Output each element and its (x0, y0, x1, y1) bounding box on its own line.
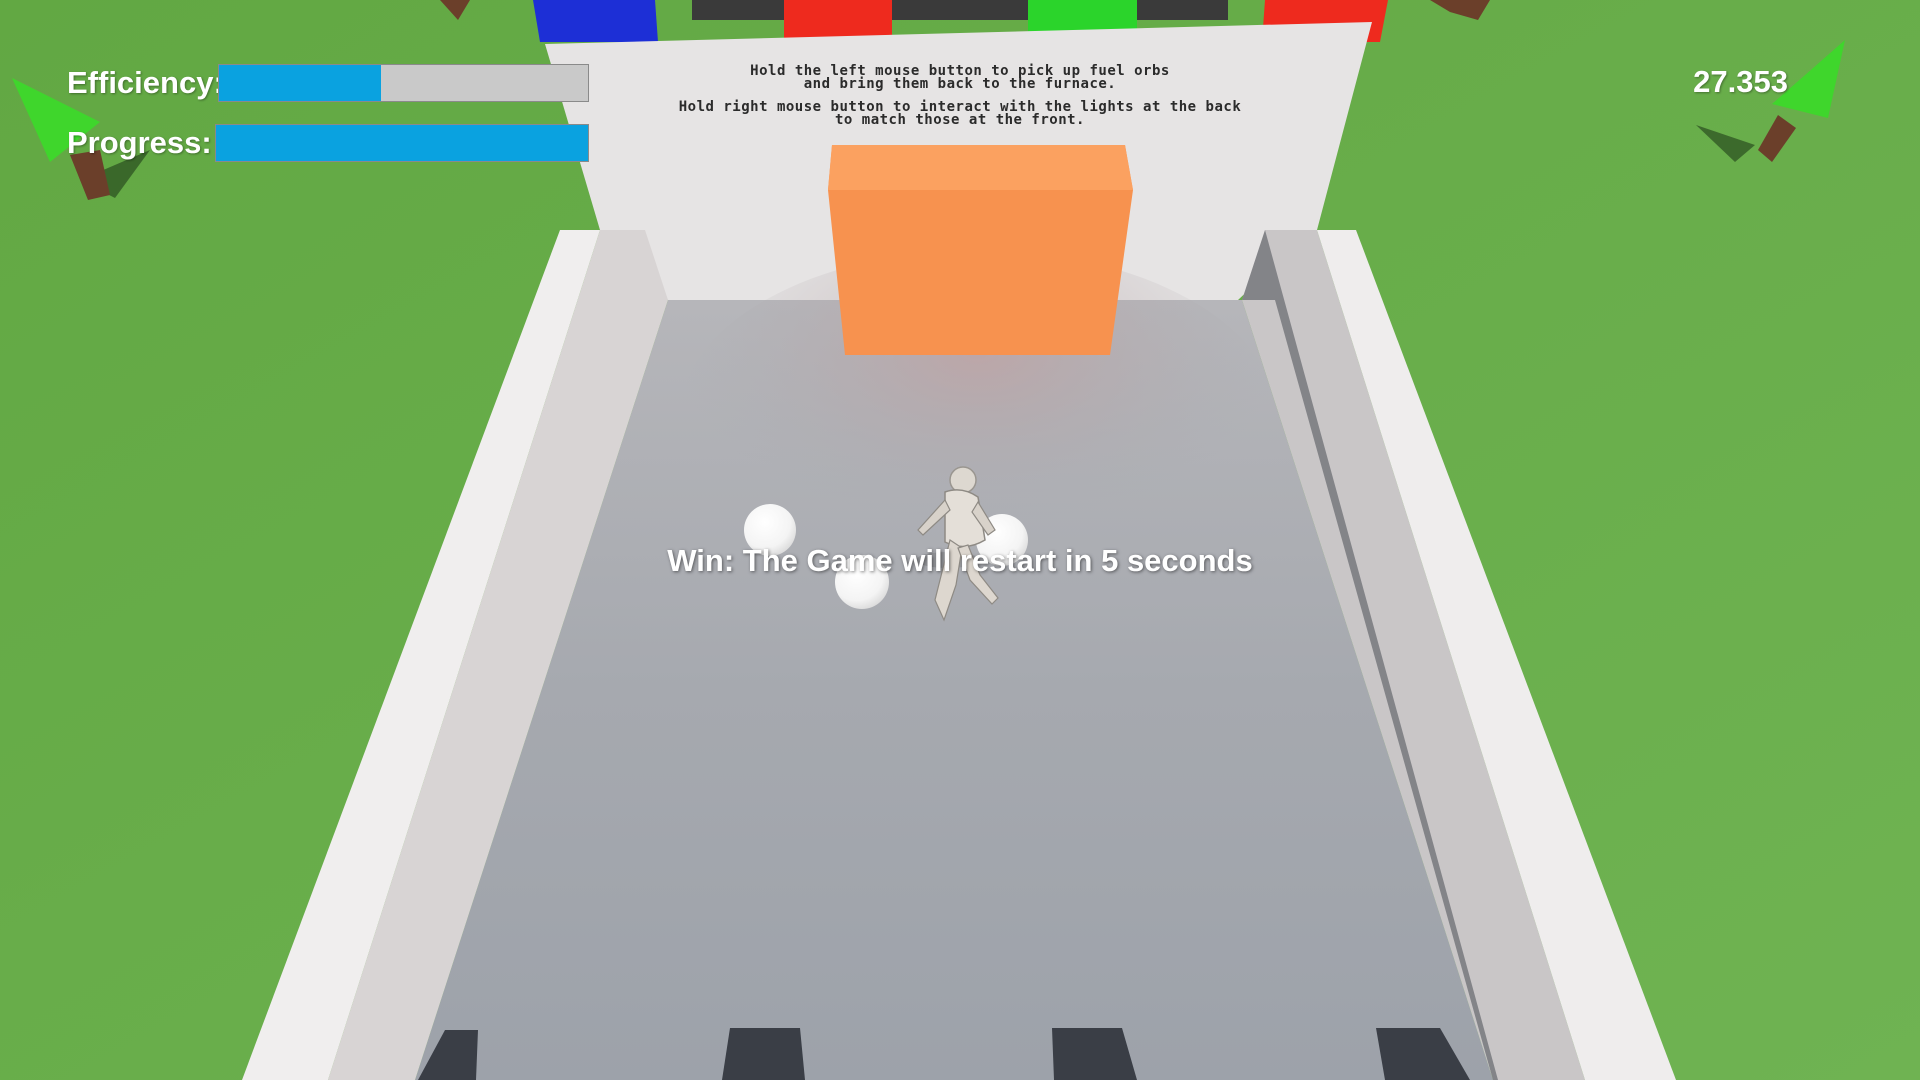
instructions-line-4: to match those at the front. (834, 112, 1085, 128)
back-light-blue[interactable] (533, 0, 658, 42)
efficiency-bar-fill (219, 65, 382, 101)
instructions-secondary: Hold right mouse button to interact with… (580, 100, 1340, 128)
win-status-message: Win: The Game will restart in 5 seconds (667, 543, 1253, 578)
progress-label: Progress: (67, 125, 212, 160)
progress-bar-fill (216, 125, 588, 161)
timer-readout: 27.353 (1693, 64, 1788, 99)
front-slot-3 (1052, 1028, 1137, 1080)
game-scene[interactable] (0, 0, 1920, 1080)
back-light-rail (692, 0, 1228, 20)
game-viewport[interactable]: Hold the left mouse button to pick up fu… (0, 0, 1920, 1080)
efficiency-label: Efficiency: (67, 65, 224, 100)
instructions-primary: Hold the left mouse button to pick up fu… (580, 64, 1340, 92)
instructions-line-2: and bring them back to the furnace. (803, 76, 1117, 92)
efficiency-bar (218, 64, 589, 102)
progress-bar (215, 124, 589, 162)
front-slot-2 (722, 1028, 805, 1080)
